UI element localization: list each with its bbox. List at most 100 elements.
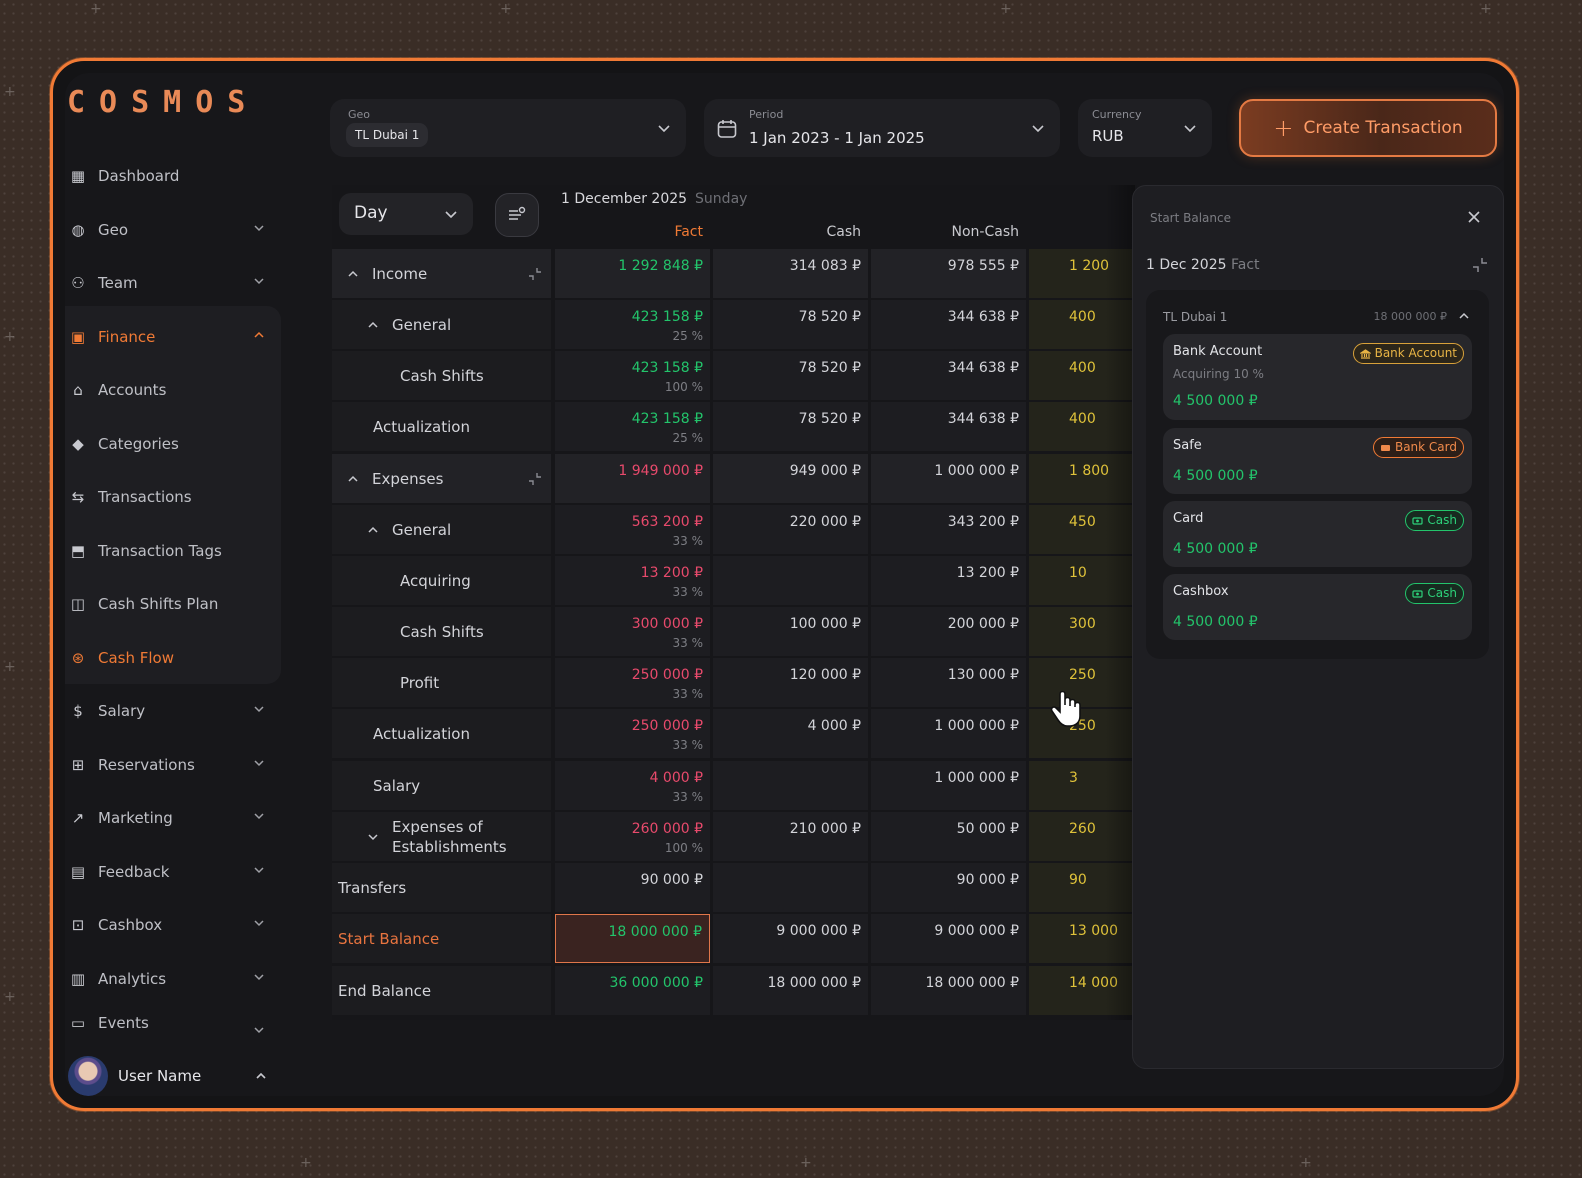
table-row[interactable]: End Balance 36 000 000 ₽ 18 000 000 ₽ 18 00… [332,966,1137,1015]
table-row[interactable]: Actualization 423 158 ₽ 25 % 78 520 ₽ 344 63… [332,402,1137,451]
sidebar-item-finance[interactable]: ▣ Finance [65,317,280,357]
chevron-up-icon[interactable] [366,523,380,537]
create-transaction-button[interactable]: + Create Transaction [1239,99,1497,157]
account-card[interactable]: Card 4 500 000 ₽ Cash [1163,501,1472,567]
chevron-up-icon[interactable] [366,318,380,332]
table-cell-noncash[interactable]: 200 000 ₽ [871,607,1026,656]
table-cell-fact[interactable]: 423 158 ₽ 25 % [555,300,710,349]
table-cell-fact[interactable]: 423 158 ₽ 100 % [555,351,710,400]
account-card[interactable]: Cashbox 4 500 000 ₽ Cash [1163,574,1472,640]
close-icon[interactable] [1465,208,1483,226]
sidebar-item-analytics[interactable]: ▥ Analytics [65,959,280,999]
chevron-up-icon[interactable] [254,1069,268,1083]
chevron-down-icon[interactable] [443,206,459,222]
table-cell-noncash[interactable]: 90 000 ₽ [871,863,1026,912]
table-cell-fact[interactable]: 423 158 ₽ 25 % [555,402,710,451]
table-cell-fact[interactable]: 90 000 ₽ [555,863,710,912]
sidebar-item-salary[interactable]: $ Salary [65,691,280,731]
table-cell-noncash[interactable]: 1 000 000 ₽ [871,454,1026,503]
sidebar-item-team[interactable]: ⚇ Team [65,263,280,303]
table-row[interactable]: Transfers 90 000 ₽ 90 000 ₽ 90 [332,863,1137,912]
chevron-down-icon[interactable] [252,1023,266,1034]
table-row[interactable]: Profit 250 000 ₽ 33 % 120 000 ₽ 130 000 ₽ 250 [332,658,1137,707]
table-cell-fact[interactable]: 1 292 848 ₽ [555,249,710,298]
currency-select[interactable]: Currency RUB [1078,99,1212,157]
chevron-down-icon[interactable] [1030,120,1046,136]
chevron-up-icon[interactable] [346,472,360,486]
chevron-down-icon[interactable] [252,970,266,984]
table-row[interactable]: Actualization 250 000 ₽ 33 % 4 000 ₽ 1 000 0… [332,709,1137,758]
sidebar-item-cash-flow[interactable]: ⊛ Cash Flow [65,638,280,678]
table-cell-cash[interactable] [713,761,868,810]
sidebar-item-marketing[interactable]: ↗ Marketing [65,798,280,838]
table-cell-noncash[interactable]: 50 000 ₽ [871,812,1026,861]
chevron-up-icon[interactable] [346,267,360,281]
sidebar-item-reservations[interactable]: ⊞ Reservations [65,745,280,785]
table-cell-fact[interactable]: 4 000 ₽ 33 % [555,761,710,810]
granularity-select[interactable]: Day [339,193,473,235]
chevron-down-icon[interactable] [252,916,266,930]
table-cell-noncash[interactable]: 13 200 ₽ [871,556,1026,605]
sidebar-item-geo[interactable]: ◍ Geo [65,210,280,250]
table-cell-noncash[interactable]: 130 000 ₽ [871,658,1026,707]
sidebar-item-feedback[interactable]: ▤ Feedback [65,852,280,892]
table-cell-noncash[interactable]: 343 200 ₽ [871,505,1026,554]
table-cell-fact[interactable]: 13 200 ₽ 33 % [555,556,710,605]
table-cell-fact[interactable]: 563 200 ₽ 33 % [555,505,710,554]
chevron-down-icon[interactable] [252,809,266,823]
table-cell-noncash[interactable]: 344 638 ₽ [871,300,1026,349]
table-cell-noncash[interactable]: 1 000 000 ₽ [871,709,1026,758]
table-cell-cash[interactable]: 78 520 ₽ [713,351,868,400]
table-cell-fact[interactable]: 300 000 ₽ 33 % [555,607,710,656]
account-card[interactable]: Bank Account Acquiring 10 % 4 500 000 ₽ Ban… [1163,334,1472,420]
table-row[interactable]: Cash Shifts 423 158 ₽ 100 % 78 520 ₽ 344 638… [332,351,1137,400]
geo-chip[interactable]: TL Dubai 1 [346,123,429,147]
table-row[interactable]: Income 1 292 848 ₽ 314 083 ₽ 978 555 ₽ 1 200 [332,249,1137,298]
chevron-down-icon[interactable] [252,702,266,716]
table-cell-cash[interactable]: 78 520 ₽ [713,300,868,349]
table-cell-cash[interactable]: 220 000 ₽ [713,505,868,554]
table-cell-fact[interactable]: 250 000 ₽ 33 % [555,709,710,758]
filter-settings-button[interactable] [495,193,539,237]
user-menu[interactable]: User Name [68,1055,273,1096]
table-cell-noncash[interactable]: 344 638 ₽ [871,402,1026,451]
period-select[interactable]: Period 1 Jan 2023 - 1 Jan 2025 [704,99,1060,157]
account-card[interactable]: Safe 4 500 000 ₽ Bank Card [1163,428,1472,494]
table-cell-fact[interactable]: 260 000 ₽ 100 % [555,812,710,861]
collapse-icon[interactable] [527,471,543,487]
sidebar-item-cash-shifts-plan[interactable]: ◫ Cash Shifts Plan [65,584,280,624]
table-cell-noncash[interactable]: 978 555 ₽ [871,249,1026,298]
chevron-down-icon[interactable] [366,830,380,844]
table-cell-cash[interactable]: 4 000 ₽ [713,709,868,758]
table-row[interactable]: Acquiring 13 200 ₽ 33 % 13 200 ₽ 10 [332,556,1137,605]
table-cell-fact[interactable]: 1 949 000 ₽ [555,454,710,503]
geo-select[interactable]: Geo TL Dubai 1 [330,99,686,157]
chevron-down-icon[interactable] [656,120,672,136]
table-cell-cash[interactable] [713,863,868,912]
chevron-up-icon[interactable] [1457,309,1471,323]
sidebar-item-accounts[interactable]: ⌂ Accounts [65,370,280,410]
table-cell-cash[interactable]: 9 000 000 ₽ [713,914,868,963]
table-cell-noncash[interactable]: 9 000 000 ₽ [871,914,1026,963]
chevron-down-icon[interactable] [252,863,266,877]
table-cell-noncash[interactable]: 344 638 ₽ [871,351,1026,400]
table-cell-fact[interactable]: 36 000 000 ₽ [555,966,710,1015]
table-cell-cash[interactable]: 18 000 000 ₽ [713,966,868,1015]
sidebar-item-categories[interactable]: ◆ Categories [65,424,280,464]
sidebar-item-transaction-tags[interactable]: ⬒ Transaction Tags [65,531,280,571]
table-row[interactable]: Cash Shifts 300 000 ₽ 33 % 100 000 ₽ 200 000… [332,607,1137,656]
table-cell-cash[interactable]: 100 000 ₽ [713,607,868,656]
table-cell-cash[interactable]: 120 000 ₽ [713,658,868,707]
table-cell-cash[interactable]: 78 520 ₽ [713,402,868,451]
collapse-icon[interactable] [1471,256,1489,274]
sidebar-item-cashbox[interactable]: ⊡ Cashbox [65,905,280,945]
table-cell-cash[interactable] [713,556,868,605]
collapse-icon[interactable] [527,266,543,282]
table-cell-noncash[interactable]: 1 000 000 ₽ [871,761,1026,810]
sidebar-item-dashboard[interactable]: ▦ Dashboard [65,156,280,196]
table-cell-fact[interactable]: 18 000 000 ₽ [555,914,710,963]
table-row[interactable]: Expenses of Establishments 260 000 ₽ 100 %… [332,812,1137,861]
table-cell-cash[interactable]: 210 000 ₽ [713,812,868,861]
table-row[interactable]: General 423 158 ₽ 25 % 78 520 ₽ 344 638 ₽ 400 [332,300,1137,349]
table-row[interactable]: General 563 200 ₽ 33 % 220 000 ₽ 343 200 ₽ 45… [332,505,1137,554]
